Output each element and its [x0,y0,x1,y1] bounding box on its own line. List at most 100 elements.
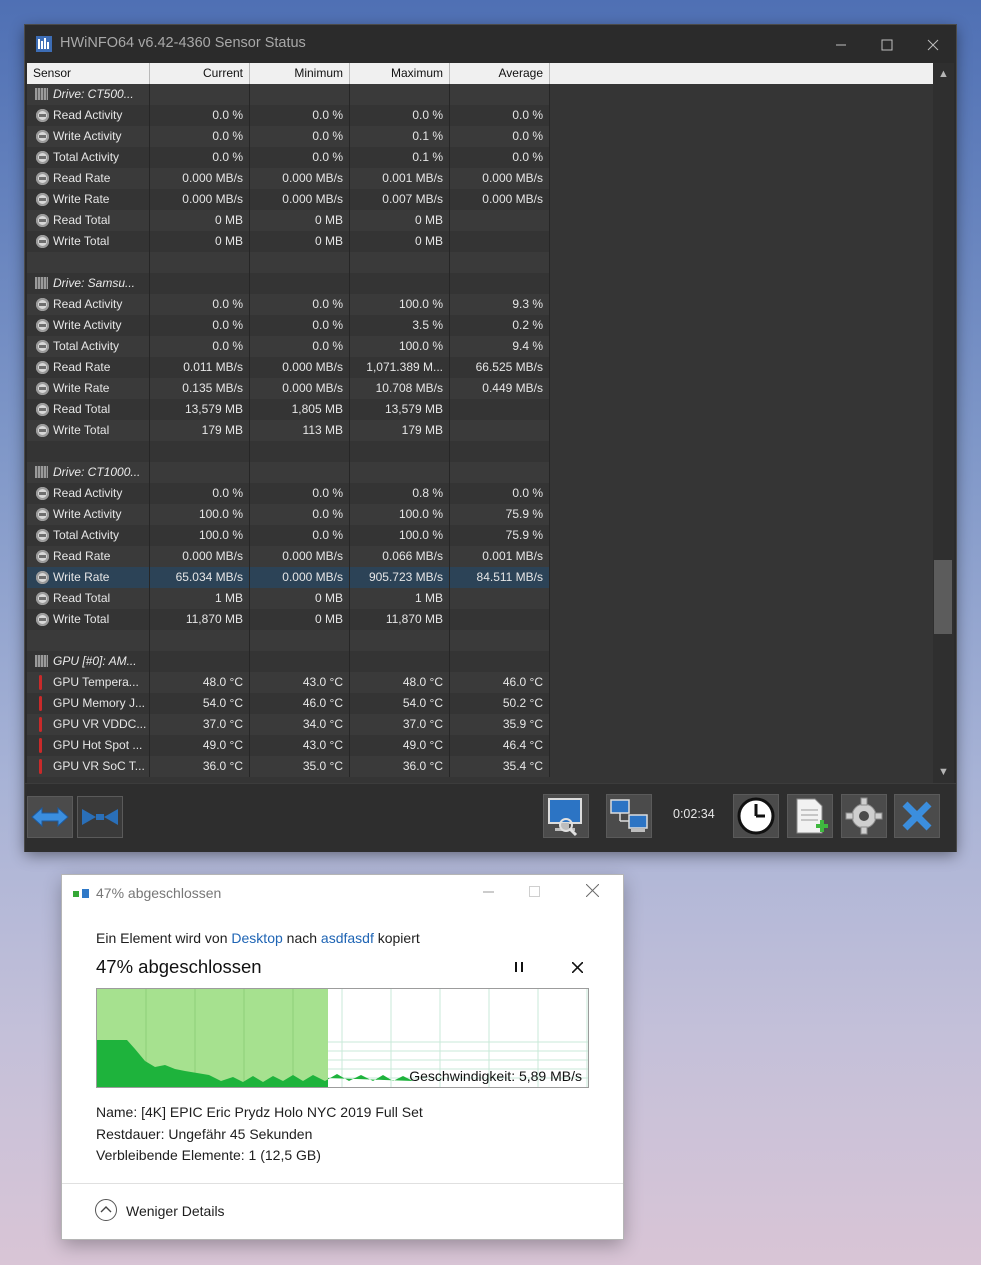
table-row[interactable]: Write Rate 0.135 MB/s 0.000 MB/s 10.708 MB/… [27,378,550,399]
double-arrow-collapse-icon [82,809,118,825]
value-cell-avg: 0.0 % [450,147,550,168]
blank-row[interactable] [27,252,550,273]
sensor-label: Drive: CT1000... [53,465,141,479]
column-header-minimum[interactable]: Minimum [250,63,350,84]
scroll-down-icon[interactable]: ▼ [933,763,954,781]
table-row[interactable]: Write Activity 0.0 % 0.0 % 3.5 % 0.2 % [27,315,550,336]
table-row[interactable]: Read Activity 0.0 % 0.0 % 100.0 % 9.3 % [27,294,550,315]
value-cell-avg: 35.4 °C [450,756,550,777]
value-cell-min: 0 MB [250,210,350,231]
sensor-group-header[interactable]: GPU [#0]: AM... [27,651,550,672]
sensor-label: Read Rate [53,549,111,563]
clock-icon [737,797,775,835]
maximize-button[interactable] [864,25,910,63]
hwinfo-app-icon [36,36,52,52]
table-row[interactable]: Write Rate 65.034 MB/s 0.000 MB/s 905.723 M… [27,567,550,588]
reset-timer-button[interactable] [733,794,779,838]
table-row[interactable]: Write Activity 0.0 % 0.0 % 0.1 % 0.0 % [27,126,550,147]
value-cell-max: 179 MB [350,420,450,441]
table-row[interactable]: Read Total 13,579 MB 1,805 MB 13,579 MB [27,399,550,420]
dialog-close-button[interactable] [569,875,615,911]
destination-link[interactable]: asdfasdf [321,930,374,946]
sensor-name-cell: Drive: CT1000... [27,462,150,483]
sensor-name-cell: Read Total [27,588,150,609]
sensor-label: Read Total [53,591,111,605]
column-header-sensor[interactable]: Sensor [27,63,150,84]
close-button[interactable] [910,25,956,63]
column-header-maximum[interactable]: Maximum [350,63,450,84]
sensor-settings-button[interactable] [543,794,589,838]
speed-label: Geschwindigkeit: 5,89 MB/s [409,1068,582,1084]
table-row[interactable]: GPU VR VDDC... 37.0 °C 34.0 °C 37.0 °C 35.9 … [27,714,550,735]
sensor-group-header[interactable]: Drive: CT500... [27,84,550,105]
value-cell-avg: 66.525 MB/s [450,357,550,378]
hwinfo-title-bar[interactable]: HWiNFO64 v6.42-4360 Sensor Status [25,25,956,63]
table-row[interactable]: Read Rate 0.011 MB/s 0.000 MB/s 1,071.389 M… [27,357,550,378]
table-row[interactable]: Read Activity 0.0 % 0.0 % 0.8 % 0.0 % [27,483,550,504]
expand-button[interactable] [27,796,73,838]
sensor-group-header[interactable]: Drive: CT1000... [27,462,550,483]
sensor-name-cell: GPU Memory J... [27,693,150,714]
value-cell-min: 43.0 °C [250,735,350,756]
sensor-name-cell: Drive: CT500... [27,84,150,105]
blank-row[interactable] [27,630,550,651]
column-header-average[interactable]: Average [450,63,550,84]
table-row[interactable]: Total Activity 0.0 % 0.0 % 100.0 % 9.4 % [27,336,550,357]
table-row[interactable]: GPU Memory J... 54.0 °C 46.0 °C 54.0 °C 50.2… [27,693,550,714]
thermometer-icon [39,717,42,732]
dialog-minimize-button[interactable] [465,875,511,911]
pause-button[interactable] [509,957,529,979]
value-cell-min: 0.000 MB/s [250,378,350,399]
value-cell-avg: 0.000 MB/s [450,189,550,210]
sensor-name-cell: GPU Hot Spot ... [27,735,150,756]
vertical-scrollbar[interactable]: ▲ ▼ [933,63,954,783]
table-row[interactable]: GPU Hot Spot ... 49.0 °C 43.0 °C 49.0 °C 46.… [27,735,550,756]
table-row[interactable]: GPU VR SoC T... 36.0 °C 35.0 °C 36.0 °C 35.4… [27,756,550,777]
close-sensors-button[interactable] [894,794,940,838]
table-row[interactable]: Write Total 179 MB 113 MB 179 MB [27,420,550,441]
value-cell-min: 0.0 % [250,105,350,126]
table-row[interactable]: Write Activity 100.0 % 0.0 % 100.0 % 75.9 % [27,504,550,525]
table-row[interactable]: Read Rate 0.000 MB/s 0.000 MB/s 0.066 MB/s 0… [27,546,550,567]
sensor-label: GPU VR SoC T... [53,759,145,773]
table-row[interactable]: Read Total 0 MB 0 MB 0 MB [27,210,550,231]
network-button[interactable] [606,794,652,838]
value-cell-cur: 100.0 % [150,525,250,546]
sensor-label: Total Activity [53,339,120,353]
logging-button[interactable] [787,794,833,838]
table-header: Sensor Current Minimum Maximum Average [27,63,933,84]
table-row[interactable]: Write Total 11,870 MB 0 MB 11,870 MB [27,609,550,630]
less-details-button[interactable] [95,1199,117,1221]
sensor-table[interactable]: Sensor Current Minimum Maximum Average D… [27,63,933,783]
scroll-up-icon[interactable]: ▲ [933,65,954,83]
table-row[interactable]: Read Rate 0.000 MB/s 0.000 MB/s 0.001 MB/s 0… [27,168,550,189]
value-cell-avg [450,273,550,294]
settings-button[interactable] [841,794,887,838]
collapse-button[interactable] [77,796,123,838]
value-cell-max: 0.001 MB/s [350,168,450,189]
minimize-button[interactable] [818,25,864,63]
table-row[interactable]: Write Total 0 MB 0 MB 0 MB [27,231,550,252]
sensor-label: Write Total [53,612,110,626]
dialog-title: 47% abgeschlossen [96,885,222,901]
table-row[interactable]: GPU Tempera... 48.0 °C 43.0 °C 48.0 °C 46.0 … [27,672,550,693]
value-cell-cur: 0.0 % [150,147,250,168]
source-link[interactable]: Desktop [231,930,282,946]
table-row[interactable]: Write Rate 0.000 MB/s 0.000 MB/s 0.007 MB/s… [27,189,550,210]
clock-icon [36,424,49,437]
scroll-thumb[interactable] [934,560,952,634]
gear-icon [845,797,883,835]
table-row[interactable]: Total Activity 0.0 % 0.0 % 0.1 % 0.0 % [27,147,550,168]
column-header-current[interactable]: Current [150,63,250,84]
dialog-maximize-button [511,875,557,911]
table-row[interactable]: Total Activity 100.0 % 0.0 % 100.0 % 75.9 % [27,525,550,546]
sensor-name-cell [27,630,150,651]
value-cell-cur [150,630,250,651]
blank-row[interactable] [27,441,550,462]
table-row[interactable]: Read Total 1 MB 0 MB 1 MB [27,588,550,609]
cancel-copy-button[interactable] [567,957,587,979]
less-details-label[interactable]: Weniger Details [126,1203,225,1219]
sensor-group-header[interactable]: Drive: Samsu... [27,273,550,294]
value-cell-max: 0.007 MB/s [350,189,450,210]
table-row[interactable]: Read Activity 0.0 % 0.0 % 0.0 % 0.0 % [27,105,550,126]
